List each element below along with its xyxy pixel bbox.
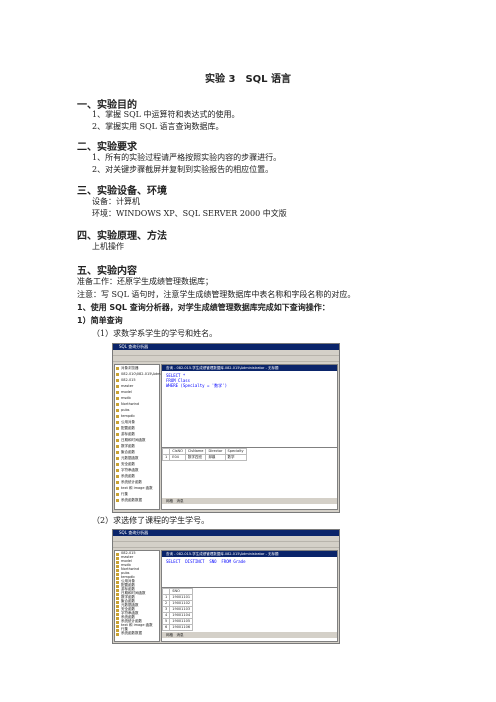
step-text: 1、使用 SQL 查询分析器，对学生成绩管理数据库完成如下查询操作：: [77, 303, 330, 312]
section-heading-3: 三、实验设备、环境: [77, 186, 167, 197]
results-grid: SNO 1 19001101 2 19001102 3 19001103 4 19001…: [161, 587, 337, 632]
tab-messages[interactable]: 消息: [177, 633, 184, 637]
tree-item: 系统函数数据: [115, 631, 159, 636]
question-2: （2）求选修了课程的学生学号。: [92, 516, 210, 525]
cell: 6: [161, 624, 171, 631]
cell: 19001105: [169, 618, 194, 625]
s3-item-1: 设备：计算机: [92, 197, 140, 206]
tab-grid[interactable]: 网格: [166, 499, 173, 503]
table-row: 1 E04 数学四班 邱鼎 数学: [161, 454, 247, 461]
table-row: 3 19001103: [161, 606, 194, 613]
cell: 数学四班: [184, 454, 207, 461]
s1-item-1: 1、掌握 SQL 中运算符和表达式的使用。: [92, 110, 240, 119]
col-header: ClsName: [184, 448, 207, 455]
table-row: 6 19001106: [161, 624, 194, 631]
s4-item-1: 上机操作: [92, 242, 124, 251]
cell: 19001102: [169, 600, 194, 607]
query-window: 查询 - 082-015.学生成绩管理数据库.082-015\Administr…: [161, 550, 338, 642]
screenshot-query-analyzer-2: SQL 查询分析器 082-015 master model msdb Nort…: [112, 529, 340, 644]
subsection-heading: 1）简单查询: [77, 316, 123, 325]
page-title: 实验 3 SQL 语言: [205, 74, 291, 85]
cell: 1: [161, 454, 171, 461]
col-header: Specialty: [224, 448, 247, 455]
cell: 19001103: [169, 606, 194, 613]
toolbar: [113, 542, 339, 557]
result-tabs: 网格 消息: [162, 632, 337, 638]
col-header: Director: [205, 448, 226, 455]
table-row: 4 19001104: [161, 612, 194, 619]
cell: 邱鼎: [205, 454, 226, 461]
screenshot-query-analyzer-1: SQL 查询分析器 对象浏览器 082-010\082-015\Adm 082-…: [112, 343, 340, 513]
tab-grid[interactable]: 网格: [166, 633, 173, 637]
s3-item-2: 环境：WINDOWS XP、SQL SERVER 2000 中文版: [92, 209, 287, 218]
s2-item-2: 2、对关键步骤截屏并复制到实验报告的相应位置。: [92, 165, 274, 174]
table-row: 1 19001101: [161, 594, 194, 601]
object-browser: 082-015 master model msdb Northwind pubs…: [114, 550, 160, 642]
table-row: 2 19001102: [161, 600, 194, 607]
note-text: 注意：写 SQL 语句时，注意学生成绩管理数据库中表名称和字段名称的对应。: [77, 290, 356, 299]
question-1: （1）求数学系学生的学号和姓名。: [92, 329, 218, 338]
result-tabs: 网格 消息: [162, 498, 337, 504]
cell: 19001101: [169, 594, 194, 601]
object-browser: 对象浏览器 082-010\082-015\Adm 082-015 master…: [114, 364, 161, 510]
prep-text: 准备工作：还原学生成绩管理数据库；: [77, 277, 213, 286]
section-heading-5: 五、实验内容: [77, 266, 137, 277]
cell: 数学: [224, 454, 247, 461]
s1-item-2: 2、掌握实用 SQL 语言查询数据库。: [92, 122, 224, 131]
cell: 19001106: [169, 624, 194, 631]
toolbar: [113, 356, 339, 371]
cell: 19001104: [169, 612, 194, 619]
table-row: 5 19001105: [161, 618, 194, 625]
sql-editor[interactable]: SELECT DISTINCT SNO FROM Grade: [162, 557, 337, 587]
tree-item: 系统函数数据: [115, 497, 159, 503]
query-window: 查询 - 082-015.学生成绩管理数据库.082-015\Administr…: [161, 364, 338, 510]
tab-messages[interactable]: 消息: [177, 499, 184, 503]
results-grid: ClsNO ClsName Director Specialty 1 E04 数学四班 邱鼎…: [161, 447, 337, 498]
sql-editor[interactable]: SELECT * FROM Class WHERE (Specialty = '…: [162, 371, 337, 447]
section-heading-2: 二、实验要求: [77, 142, 137, 153]
section-heading-4: 四、实验原理、方法: [77, 231, 167, 242]
s2-item-1: 1、所有的实验过程请严格按照实验内容的步骤进行。: [92, 153, 282, 162]
cell: E04: [169, 454, 186, 461]
